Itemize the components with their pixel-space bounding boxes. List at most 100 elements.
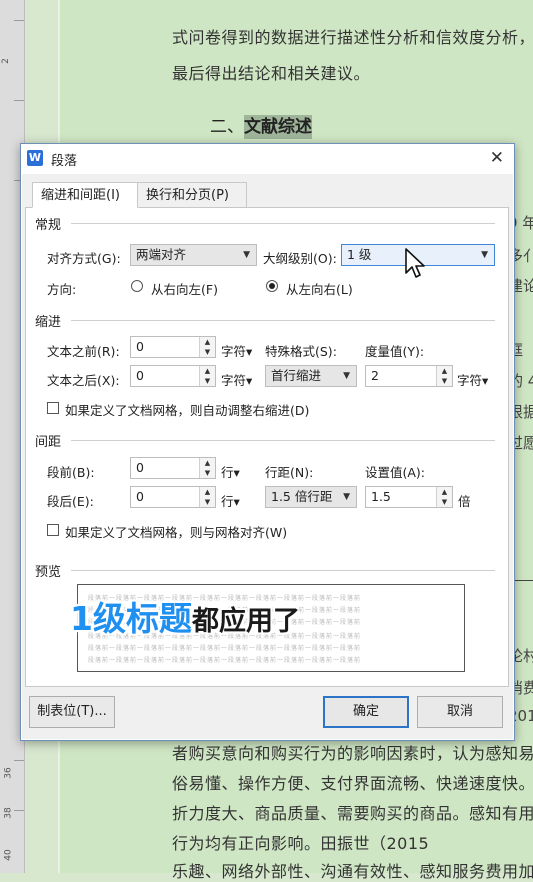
dropdown-arrow-icon: ▼ — [481, 250, 488, 260]
section-spacing: 间距 — [35, 435, 62, 450]
alignment-label: 对齐方式(G): — [47, 251, 121, 266]
spinner-buttons[interactable]: ▲ ▼ — [199, 458, 215, 478]
outline-level-label: 大纲级别(O): — [263, 251, 337, 266]
space-after-label: 段后(E): — [47, 494, 94, 509]
line-spacing-value: 1.5 倍行距 — [271, 489, 333, 504]
ltr-radio-label[interactable]: 从左向右(L) — [286, 279, 353, 298]
dropdown-arrow-icon: ▼ — [343, 492, 350, 502]
measure-value: 2 — [371, 368, 379, 383]
ltr-radio[interactable] — [266, 280, 278, 292]
alignment-value: 两端对齐 — [136, 247, 187, 262]
setting-value-input[interactable]: 1.5 ▲ ▼ — [365, 486, 453, 508]
indent-before-input[interactable]: 0 ▲ ▼ — [130, 336, 216, 358]
dialog-title: 段落 — [51, 154, 78, 169]
spin-up-icon[interactable]: ▲ — [437, 366, 452, 376]
setting-value: 1.5 — [371, 489, 391, 504]
tab-line-page-breaks[interactable]: 换行和分页(P) — [137, 182, 247, 208]
spin-up-icon[interactable]: ▲ — [200, 458, 215, 468]
ruler-mark — [14, 810, 24, 811]
spin-up-icon[interactable]: ▲ — [200, 487, 215, 497]
cancel-button[interactable]: 取消 — [417, 696, 503, 728]
document-heading: 二、文献综述 — [210, 112, 312, 139]
spin-up-icon[interactable]: ▲ — [200, 366, 215, 376]
ruler-mark — [14, 20, 24, 21]
spinner-buttons[interactable]: ▲ ▼ — [436, 487, 452, 507]
section-general: 常规 — [35, 218, 62, 233]
document-line: 乐趣、网络外部性、沟通有效性、感知服务费用加） — [172, 862, 533, 881]
section-divider — [71, 223, 495, 224]
ruler-label: 2 — [0, 58, 11, 64]
line-spacing-select[interactable]: 1.5 倍行距 ▼ — [265, 486, 357, 508]
special-format-select[interactable]: 首行缩进 ▼ — [265, 365, 357, 387]
document-line: 俗易懂、操作方便、支付界面流畅、快递速度快。感 — [172, 774, 533, 793]
spinner-buttons[interactable]: ▲ ▼ — [199, 487, 215, 507]
snap-to-grid-checkbox[interactable] — [47, 524, 59, 536]
preview-text-line: 段落前一段落前一段落前一段落前一段落前一段落前一段落前一段落前一段落前一段落前 — [88, 657, 362, 664]
ruler-mark — [14, 100, 24, 101]
space-before-value: 0 — [136, 460, 144, 475]
setting-value-label: 设置值(A): — [365, 465, 426, 480]
indent-before-unit-select[interactable]: 字符▾ — [221, 341, 252, 360]
indent-after-label: 文本之后(X): — [47, 373, 120, 388]
setting-value-unit: 倍 — [458, 494, 471, 509]
space-after-value: 0 — [136, 489, 144, 504]
special-format-label: 特殊格式(S): — [265, 344, 337, 359]
snap-to-grid-label[interactable]: 如果定义了文档网格，则与网格对齐(W) — [65, 522, 287, 541]
ruler-label: 40 — [3, 849, 14, 861]
space-before-unit-select[interactable]: 行▾ — [221, 462, 240, 481]
auto-right-indent-label[interactable]: 如果定义了文档网格，则自动调整右缩进(D) — [65, 400, 309, 419]
indent-after-value: 0 — [136, 368, 144, 383]
paragraph-dialog: W 段落 ✕ 缩进和间距(I) 换行和分页(P) 常规 对齐方式(G): 两端对… — [20, 143, 515, 741]
spin-up-icon[interactable]: ▲ — [437, 487, 452, 497]
ruler-label: 36 — [3, 767, 14, 779]
space-before-label: 段前(B): — [47, 465, 95, 480]
rtl-radio-label[interactable]: 从右向左(F) — [151, 279, 218, 298]
auto-right-indent-checkbox[interactable] — [47, 402, 59, 414]
document-line: 折力度大、商品质量、需要购买的商品。感知有用性 — [172, 804, 533, 823]
space-after-input[interactable]: 0 ▲ ▼ — [130, 486, 216, 508]
ok-button[interactable]: 确定 — [323, 696, 409, 728]
line-spacing-label: 行距(N): — [265, 465, 314, 480]
spin-down-icon[interactable]: ▼ — [200, 468, 215, 478]
section-divider — [71, 570, 495, 571]
tab-indent-spacing[interactable]: 缩进和间距(I) — [32, 182, 138, 208]
measure-label: 度量值(Y): — [365, 344, 425, 359]
outline-level-value: 1 级 — [347, 247, 372, 262]
space-before-input[interactable]: 0 ▲ ▼ — [130, 457, 216, 479]
document-line: 行为均有正向影响。田振世（2015 — [172, 834, 430, 853]
measure-unit-select[interactable]: 字符▾ — [457, 370, 488, 389]
spin-down-icon[interactable]: ▼ — [437, 376, 452, 386]
indent-before-value: 0 — [136, 339, 144, 354]
spinner-buttons[interactable]: ▲ ▼ — [199, 366, 215, 386]
section-divider — [71, 320, 495, 321]
section-indent: 缩进 — [35, 315, 62, 330]
wps-writer-icon: W — [27, 150, 43, 166]
direction-label: 方向: — [47, 282, 77, 297]
rtl-radio[interactable] — [131, 280, 143, 292]
spin-down-icon[interactable]: ▼ — [200, 376, 215, 386]
measure-input[interactable]: 2 ▲ ▼ — [365, 365, 453, 387]
spin-down-icon[interactable]: ▼ — [200, 497, 215, 507]
dialog-titlebar[interactable]: W 段落 ✕ — [21, 144, 514, 174]
indent-after-input[interactable]: 0 ▲ ▼ — [130, 365, 216, 387]
document-line: 者购买意向和购买行为的影响因素时，认为感知易用 — [172, 744, 533, 763]
spinner-buttons[interactable]: ▲ ▼ — [199, 337, 215, 357]
section-divider — [71, 440, 495, 441]
spinner-buttons[interactable]: ▲ ▼ — [436, 366, 452, 386]
caption-main: 1级标题 — [70, 599, 192, 638]
spin-up-icon[interactable]: ▲ — [200, 337, 215, 347]
section-preview: 预览 — [35, 565, 62, 580]
dropdown-arrow-icon: ▼ — [343, 371, 350, 381]
tab-stops-button[interactable]: 制表位(T)... — [29, 696, 115, 728]
indent-before-label: 文本之前(R): — [47, 344, 120, 359]
spin-down-icon[interactable]: ▼ — [437, 497, 452, 507]
indent-after-unit-select[interactable]: 字符▾ — [221, 370, 252, 389]
mouse-pointer-icon — [405, 248, 425, 278]
close-icon[interactable]: ✕ — [490, 148, 504, 168]
special-format-value: 首行缩进 — [271, 368, 322, 383]
space-after-unit-select[interactable]: 行▾ — [221, 491, 240, 510]
spin-down-icon[interactable]: ▼ — [200, 347, 215, 357]
video-caption: 1级标题都应用了 — [70, 592, 300, 640]
caption-tail: 都应用了 — [191, 606, 300, 637]
alignment-select[interactable]: 两端对齐 ▼ — [130, 244, 257, 266]
